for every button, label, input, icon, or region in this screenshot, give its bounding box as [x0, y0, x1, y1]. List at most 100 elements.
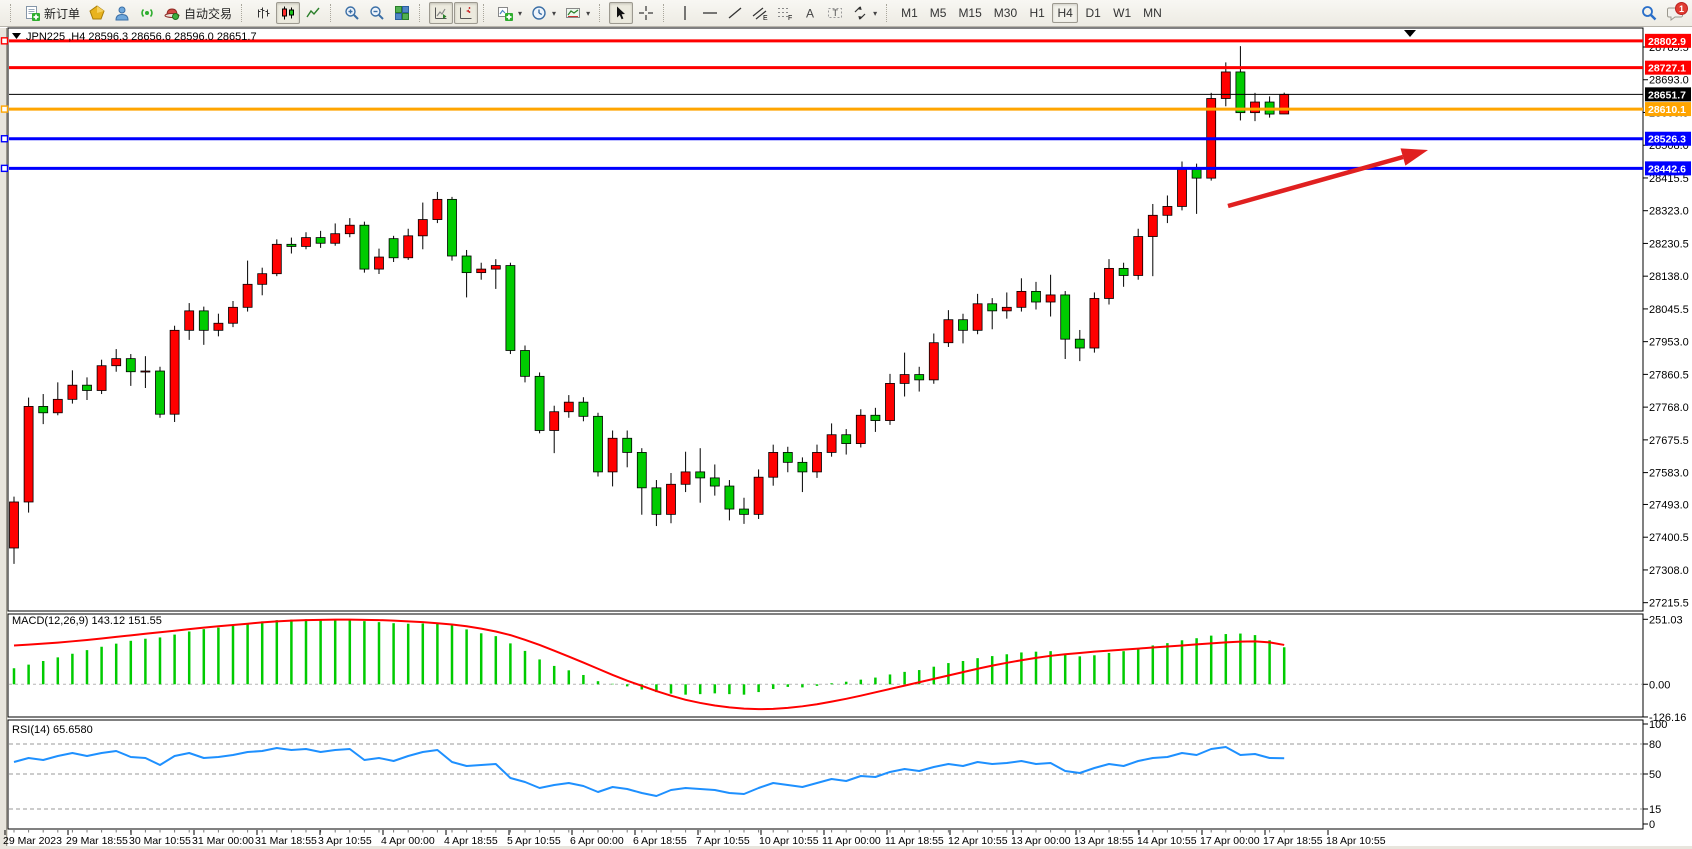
svg-text:T: T	[833, 8, 839, 18]
auto-scroll-icon	[433, 5, 449, 21]
chart-shift-button[interactable]	[454, 2, 478, 24]
metaeditor-icon	[89, 5, 105, 21]
price-tick-label: 27493.0	[1649, 499, 1689, 511]
line-chart-button[interactable]	[301, 2, 325, 24]
timeframe-h4[interactable]: H4	[1052, 3, 1078, 23]
candle	[1280, 93, 1289, 114]
line-anchor-handle[interactable]	[2, 136, 8, 142]
auto-scroll-button[interactable]	[429, 2, 453, 24]
candle	[24, 398, 33, 513]
zoom-in-button[interactable]	[340, 2, 364, 24]
candle-body	[229, 307, 238, 323]
cursor-button[interactable]	[609, 2, 633, 24]
auto-trading-label: 自动交易	[184, 5, 232, 22]
crosshair-button[interactable]	[634, 2, 658, 24]
candle-body	[550, 412, 559, 431]
candle-body	[929, 343, 938, 380]
candle-body	[1280, 94, 1289, 114]
bar-chart-button[interactable]	[251, 2, 275, 24]
market-button[interactable]	[110, 2, 134, 24]
line-anchor-handle[interactable]	[2, 38, 8, 44]
candle-body	[827, 435, 836, 453]
rsi-axis-label: 0	[1649, 819, 1655, 831]
timeframe-w1[interactable]: W1	[1108, 3, 1136, 23]
price-tag-label: 28802.9	[1648, 36, 1686, 48]
candle-body	[681, 472, 690, 484]
cursor-icon	[613, 5, 629, 21]
candle	[856, 409, 865, 447]
candlestick-chart-button[interactable]	[276, 2, 300, 24]
metaeditor-button[interactable]	[85, 2, 109, 24]
timeframe-m15[interactable]: M15	[953, 3, 986, 23]
candle-body	[360, 225, 369, 269]
templates-button[interactable]: ▾	[561, 2, 594, 24]
candle	[535, 372, 544, 433]
price-tick-label: 27768.0	[1649, 402, 1689, 414]
price-tag-label: 28442.6	[1648, 163, 1686, 175]
timeframe-mn[interactable]: MN	[1138, 3, 1167, 23]
arrows-tool-button[interactable]: ▾	[848, 2, 881, 24]
templates-icon	[565, 5, 581, 21]
line-anchor-handle[interactable]	[2, 165, 8, 171]
mt4-window: { "toolbar": { "new_order_label": "新订单",…	[0, 0, 1692, 849]
candle-body	[1134, 237, 1143, 276]
vertical-line-button[interactable]	[673, 2, 697, 24]
candle-body	[1017, 291, 1026, 307]
horizontal-line-button[interactable]	[698, 2, 722, 24]
notifications-button[interactable]: 1	[1662, 2, 1686, 24]
candle	[272, 239, 281, 276]
new-order-button[interactable]: 新订单	[20, 2, 84, 24]
new-order-icon	[24, 5, 40, 21]
channel-button[interactable]: E	[748, 2, 772, 24]
text-label-button[interactable]: T	[823, 2, 847, 24]
text-button[interactable]: A	[798, 2, 822, 24]
search-button[interactable]	[1637, 2, 1661, 24]
candle-body	[725, 486, 734, 509]
rsi-label: RSI(14) 65.6580	[12, 724, 93, 736]
main-chart-area[interactable]	[8, 28, 1643, 611]
candle-body	[331, 234, 340, 244]
indicators-button[interactable]: ▾	[493, 2, 526, 24]
auto-trading-button[interactable]: 自动交易	[160, 2, 236, 24]
macd-panel[interactable]	[8, 614, 1643, 717]
price-tick-label: 27400.5	[1649, 532, 1689, 544]
timeframe-m5[interactable]: M5	[925, 3, 952, 23]
candle-body	[769, 452, 778, 477]
candle-body	[623, 438, 632, 452]
tile-windows-icon	[394, 5, 410, 21]
time-label: 18 Apr 10:55	[1326, 835, 1386, 847]
trendline-button[interactable]	[723, 2, 747, 24]
candle-body	[404, 236, 413, 258]
candle-body	[1002, 307, 1011, 311]
fibonacci-button[interactable]: F	[773, 2, 797, 24]
candle-body	[988, 304, 997, 311]
zoom-out-button[interactable]	[365, 2, 389, 24]
time-label: 30 Mar 10:55	[129, 835, 191, 847]
candle-body	[156, 371, 165, 414]
candle	[754, 469, 763, 519]
timeframe-h1[interactable]: H1	[1024, 3, 1050, 23]
rsi-axis-label: 80	[1649, 739, 1661, 751]
time-label: 14 Apr 10:55	[1137, 835, 1197, 847]
candle-body	[754, 477, 763, 514]
indicators-caret: ▾	[518, 9, 522, 18]
tile-windows-button[interactable]	[390, 2, 414, 24]
candle-body	[1236, 72, 1245, 113]
time-label: 4 Apr 00:00	[381, 835, 435, 847]
text-icon: A	[802, 5, 818, 21]
line-anchor-handle[interactable]	[2, 106, 8, 112]
candle-body	[141, 371, 150, 372]
rsi-axis-label: 50	[1649, 769, 1661, 781]
timeframe-d1[interactable]: D1	[1080, 3, 1106, 23]
candle-body	[287, 244, 296, 246]
periods-button[interactable]: ▾	[527, 2, 560, 24]
candle-body	[959, 320, 968, 331]
timeframe-m1[interactable]: M1	[896, 3, 923, 23]
signals-button[interactable]	[135, 2, 159, 24]
candle	[170, 326, 179, 422]
horizontal-line-icon	[702, 5, 718, 21]
candle-body	[579, 402, 588, 416]
vertical-line-icon	[677, 5, 693, 21]
time-label: 4 Apr 18:55	[444, 835, 498, 847]
timeframe-m30[interactable]: M30	[989, 3, 1022, 23]
